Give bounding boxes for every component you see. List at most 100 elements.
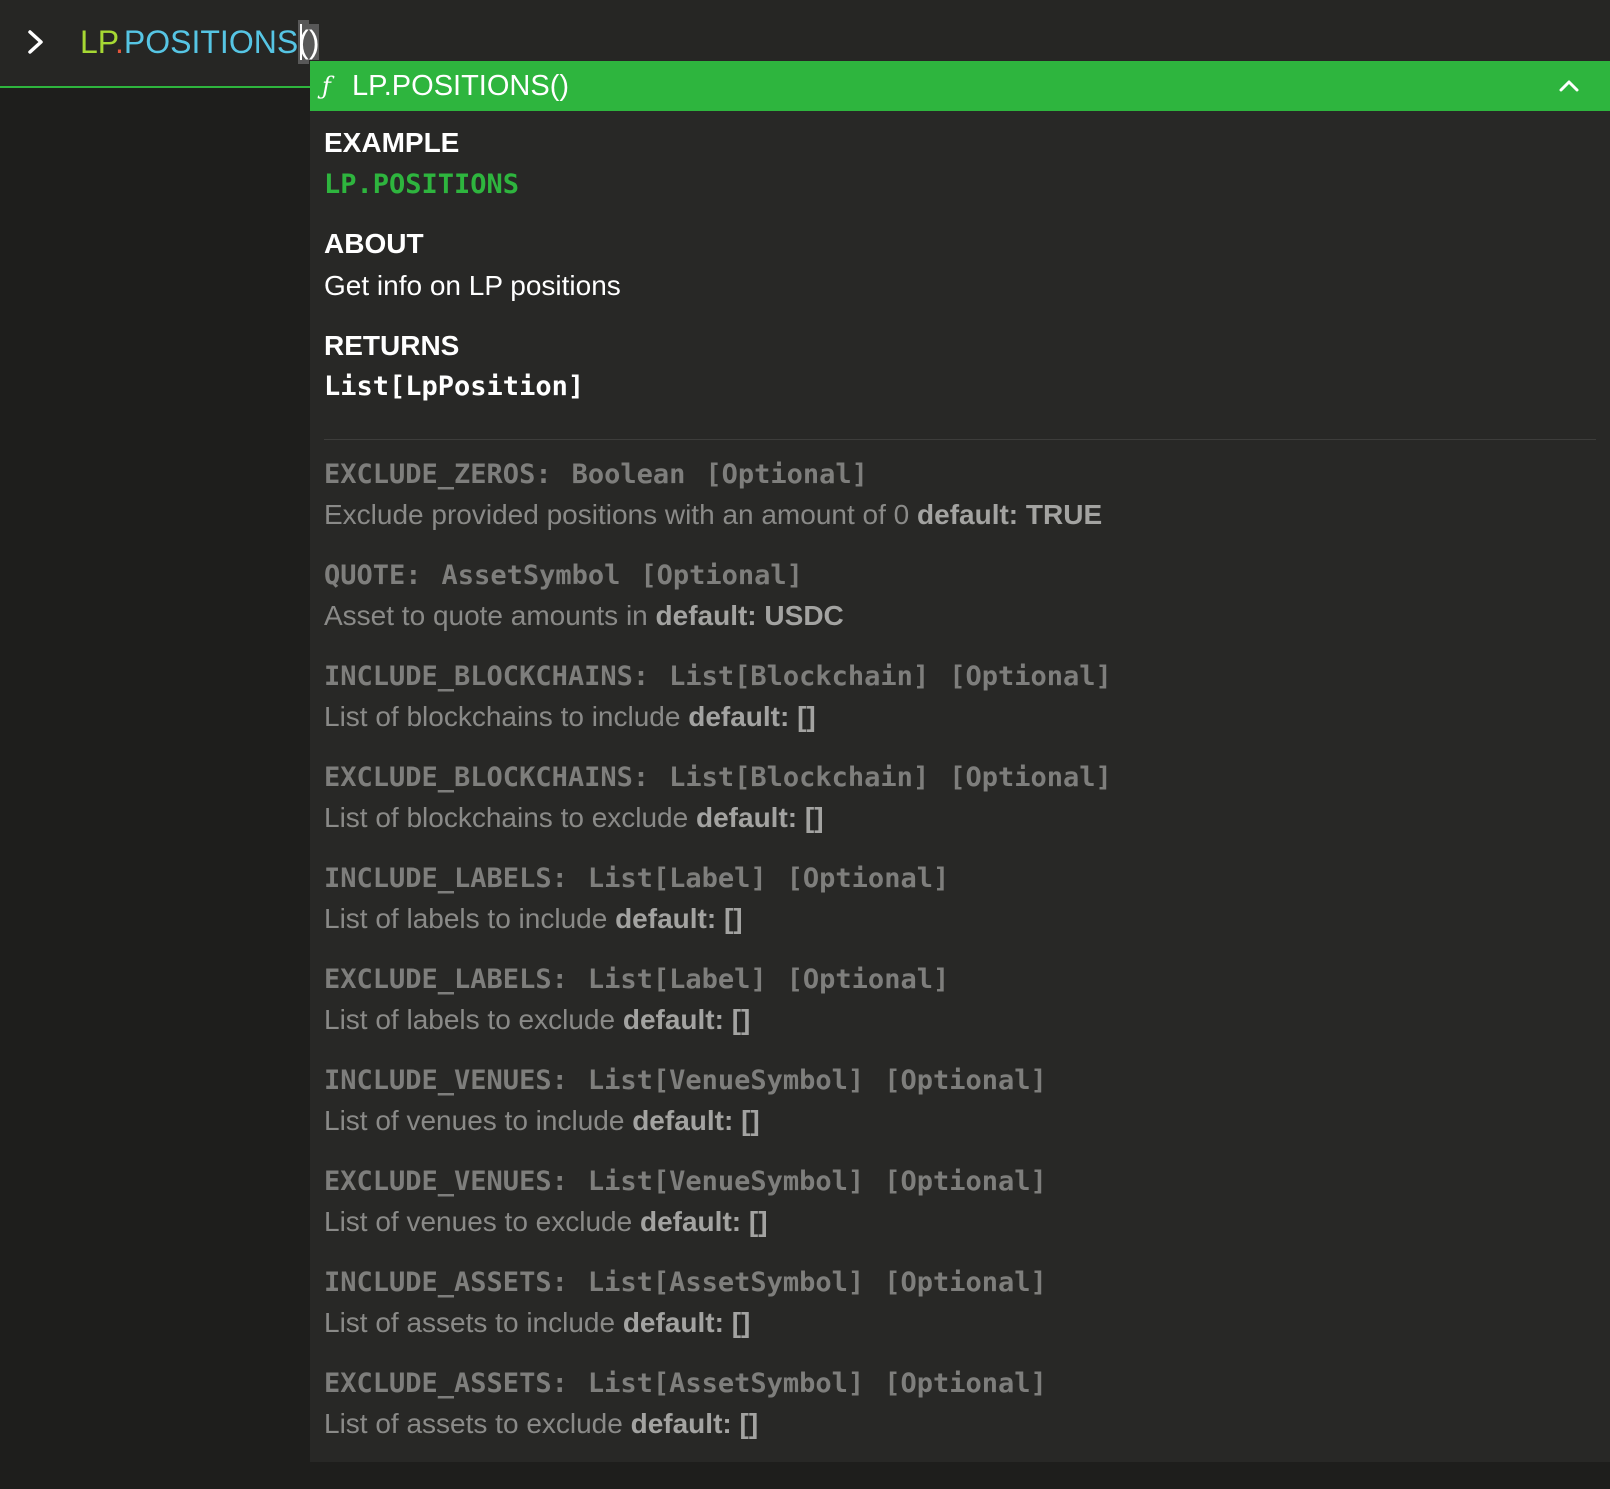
parameter-optional: [Optional] [884,1267,1047,1298]
parameter-description-text: List of venues to exclude [324,1206,633,1237]
parameter-signature: EXCLUDE_ZEROS: Boolean [Optional] [324,453,868,497]
parameter-default-value: [] [731,1004,751,1035]
parameter-name: EXCLUDE_ASSETS: [324,1368,568,1399]
parameter-name: INCLUDE_LABELS: [324,863,568,894]
about-text: Get info on LP positions [324,270,621,301]
parameter-default-label: default: [917,499,1019,530]
parameter-description-text: Exclude provided positions with an amoun… [324,499,910,530]
parameter-type: AssetSymbol [441,560,621,591]
parameter-default-label: default: [615,903,717,934]
parameter-item: QUOTE: AssetSymbol [Optional] Asset to quo… [324,554,1596,655]
parameter-description: Asset to quote amounts in default: USDC [324,596,844,636]
parameter-signature: EXCLUDE_BLOCKCHAINS: List[Blockchain] [Opt… [324,756,1112,800]
parameter-description-text: List of venues to include [324,1105,625,1136]
parameter-description-text: Asset to quote amounts in [324,600,648,631]
parameter-type: List[AssetSymbol] [587,1267,865,1298]
parameter-name: EXCLUDE_VENUES: [324,1166,568,1197]
parameter-type: List[Blockchain] [669,762,930,793]
parameter-description: List of labels to include default: [] [324,899,743,939]
text-cursor [300,24,303,60]
parameter-signature: INCLUDE_ASSETS: List[AssetSymbol] [Optiona… [324,1261,1047,1305]
parameter-default-label: default: [622,1307,724,1338]
parameter-description: List of blockchains to exclude default: … [324,798,824,838]
namespace-token: LP [80,24,116,60]
parameter-name: INCLUDE_VENUES: [324,1065,568,1096]
chevron-up-icon[interactable] [1554,71,1584,101]
parameter-default-value: USDC [764,600,844,631]
parameter-default-value: [] [731,1307,751,1338]
popup-title: LP.POSITIONS() [352,70,570,102]
app-root: LP.POSITIONS() ƒ LP.POSITIONS() EXAMPLE … [0,0,1610,1489]
function-icon: ƒ [322,72,331,100]
parameter-default-label: default: [655,600,757,631]
about-label: ABOUT [324,228,424,259]
parameter-default-label: default: [622,1004,724,1035]
parameter-item: INCLUDE_ASSETS: List[AssetSymbol] [Optiona… [324,1261,1596,1362]
parameter-description-text: List of blockchains to exclude [324,802,689,833]
parameter-item: EXCLUDE_BLOCKCHAINS: List[Blockchain] [Opt… [324,756,1596,857]
parameter-optional: [Optional] [786,964,950,995]
parameter-default-label: default: [696,802,798,833]
function-token: POSITIONS [123,24,299,60]
parameter-default-label: default: [639,1206,742,1237]
example-code: LP.POSITIONS [324,169,520,200]
input-focus-underline [0,86,310,88]
parameter-name: QUOTE: [324,560,422,591]
parameter-type: List[Label] [587,863,767,894]
parameter-item: EXCLUDE_ZEROS: Boolean [Optional] Exclude … [324,453,1596,554]
popup-header[interactable]: ƒ LP.POSITIONS() [310,61,1610,111]
parameter-optional: [Optional] [949,661,1112,692]
parameter-description: List of venues to exclude default: [] [324,1202,768,1242]
parameter-name: EXCLUDE_LABELS: [324,964,568,995]
parameter-list: EXCLUDE_ZEROS: Boolean [Optional] Exclude … [324,453,1596,1463]
parameter-default-value: [] [741,1105,760,1136]
function-help-popup: ƒ LP.POSITIONS() EXAMPLE LP.POSITIONS AB… [310,61,1610,1462]
parameter-type: List[VenueSymbol] [587,1065,865,1096]
parameter-default-label: default: [688,701,790,732]
parameter-default-label: default: [630,1408,732,1439]
parameter-default-label: default: [632,1105,734,1136]
parameter-optional: [Optional] [884,1166,1047,1197]
parameter-signature: EXCLUDE_ASSETS: List[AssetSymbol] [Optiona… [324,1362,1047,1406]
dot-token: . [115,24,124,60]
parameter-signature: EXCLUDE_VENUES: List[VenueSymbol] [Optiona… [324,1160,1047,1204]
parameter-name: INCLUDE_ASSETS: [324,1267,568,1298]
parameter-signature: INCLUDE_LABELS: List[Label] [Optional] [324,857,949,901]
parameter-description: List of assets to exclude default: [] [324,1404,758,1444]
parameter-default-value: [] [739,1408,759,1439]
parameter-signature: QUOTE: AssetSymbol [Optional] [324,554,803,598]
parameter-description: List of assets to include default: [] [324,1303,750,1343]
parameter-signature: INCLUDE_BLOCKCHAINS: List[Blockchain] [Opt… [324,655,1112,699]
close-paren-token: ) [308,24,320,60]
parameter-description-text: List of assets to include [324,1307,616,1338]
parameter-type: List[AssetSymbol] [587,1368,865,1399]
parameter-item: INCLUDE_VENUES: List[VenueSymbol] [Optiona… [324,1059,1596,1160]
parameter-optional: [Optional] [640,560,803,591]
parameter-item: EXCLUDE_ASSETS: List[AssetSymbol] [Optiona… [324,1362,1596,1463]
bottom-strip [0,1462,1610,1489]
parameter-description-text: List of blockchains to include [324,701,681,732]
parameter-default-value: [] [804,802,824,833]
chevron-right-icon [28,30,43,54]
parameter-name: EXCLUDE_ZEROS: [324,459,552,490]
parameter-item: EXCLUDE_LABELS: List[Label] [Optional] Lis… [324,958,1596,1059]
command-input[interactable]: LP.POSITIONS() [80,20,320,64]
parameter-description: Exclude provided positions with an amoun… [324,495,1102,535]
divider [324,439,1596,440]
parameter-description-text: List of labels to include [324,903,608,934]
parameter-signature: EXCLUDE_LABELS: List[Label] [Optional] [324,958,949,1002]
parameter-description: List of labels to exclude default: [] [324,1000,750,1040]
parameter-type: List[Label] [587,964,767,995]
parameter-item: INCLUDE_BLOCKCHAINS: List[Blockchain] [Opt… [324,655,1596,756]
parameter-type: List[VenueSymbol] [587,1166,865,1197]
parameter-name: INCLUDE_BLOCKCHAINS: [324,661,650,692]
example-label: EXAMPLE [324,127,460,158]
parameter-description-text: List of assets to exclude [324,1408,623,1439]
parameter-default-value: [] [797,701,816,732]
parameter-description: List of venues to include default: [] [324,1101,760,1141]
parameter-type: List[Blockchain] [669,661,930,692]
parameter-default-value: TRUE [1025,499,1103,530]
parameter-item: EXCLUDE_VENUES: List[VenueSymbol] [Optiona… [324,1160,1596,1261]
parameter-type: Boolean [571,459,686,490]
parameter-optional: [Optional] [884,1368,1047,1399]
